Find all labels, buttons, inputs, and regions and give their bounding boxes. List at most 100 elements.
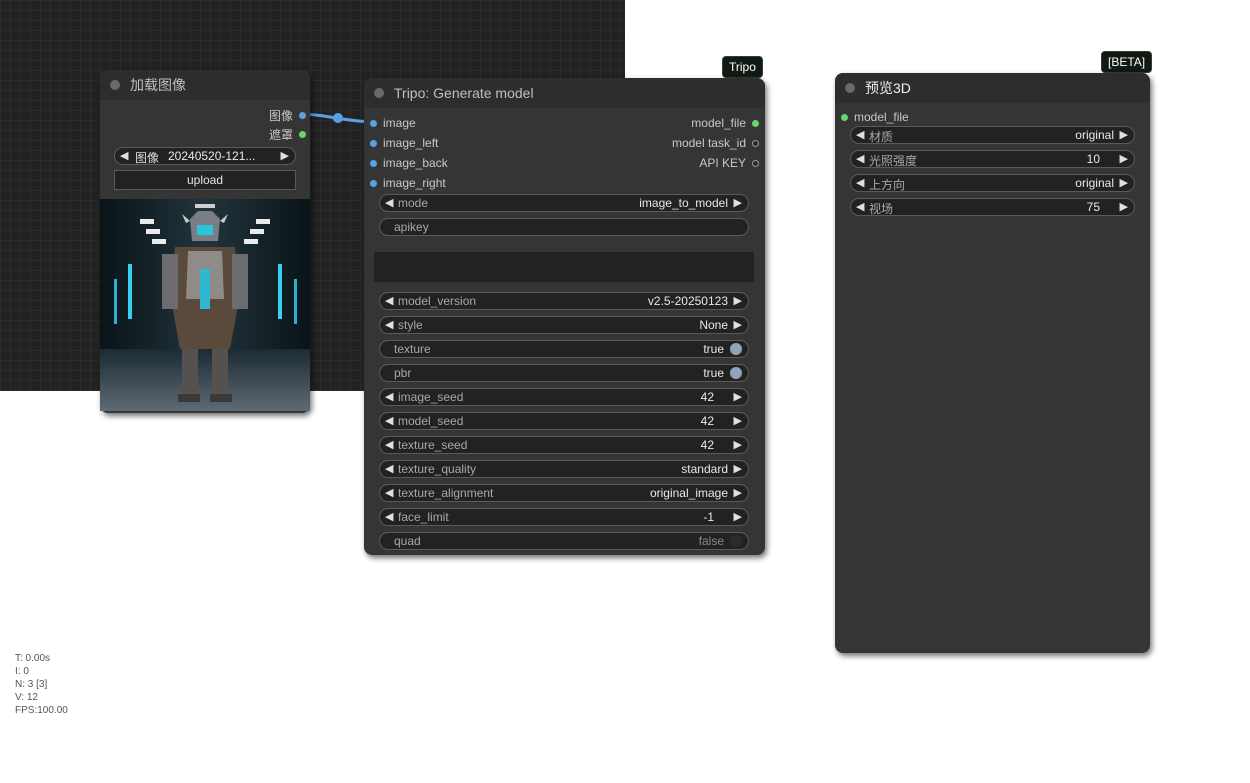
output-task-id[interactable]: model task_id	[672, 135, 759, 151]
up-direction-combo[interactable]: ◀ 上方向 original ▶	[850, 174, 1135, 192]
right-arrow-icon[interactable]: ▶	[734, 390, 742, 403]
toggle-knob-icon[interactable]	[730, 535, 742, 547]
output-mask[interactable]: 遮罩	[269, 126, 306, 142]
quad-label: quad	[394, 534, 421, 548]
image-seed-number[interactable]: ◀ image_seed 42 ▶	[379, 388, 749, 406]
tripo-node[interactable]: Tripo: Generate model image image_left i…	[364, 78, 765, 555]
left-arrow-icon[interactable]: ◀	[385, 318, 393, 331]
material-value: original	[1075, 128, 1114, 142]
output-model-file-dot-icon[interactable]	[752, 119, 759, 127]
right-arrow-icon[interactable]: ▶	[1120, 128, 1128, 141]
right-arrow-icon[interactable]: ▶	[734, 462, 742, 475]
input-image-left[interactable]: image_left	[370, 135, 438, 151]
image-seed-value: 42	[700, 390, 714, 404]
output-api-key[interactable]: API KEY	[699, 155, 759, 171]
texture-toggle[interactable]: texture true	[379, 340, 749, 358]
light-intensity-value: 10	[1086, 152, 1100, 166]
fov-label: 视场	[869, 202, 894, 216]
right-arrow-icon[interactable]: ▶	[734, 510, 742, 523]
pbr-toggle[interactable]: pbr true	[379, 364, 749, 382]
left-arrow-icon[interactable]: ◀	[120, 149, 128, 162]
right-arrow-icon[interactable]: ▶	[734, 318, 742, 331]
preview-3d-node[interactable]: 预览3D model_file ◀ 材质 original ▶ ◀ 光照强度 1…	[835, 73, 1150, 653]
left-arrow-icon[interactable]: ◀	[856, 128, 864, 141]
right-arrow-icon[interactable]: ▶	[734, 486, 742, 499]
right-arrow-icon[interactable]: ▶	[281, 149, 289, 162]
left-arrow-icon[interactable]: ◀	[856, 152, 864, 165]
upload-button[interactable]: upload	[114, 170, 296, 190]
input-image-back[interactable]: image_back	[370, 155, 448, 171]
load-image-node-title[interactable]: 加载图像	[100, 70, 310, 100]
left-arrow-icon[interactable]: ◀	[385, 486, 393, 499]
fov-value: 75	[1086, 200, 1100, 214]
input-image-left-dot-icon[interactable]	[370, 139, 377, 147]
output-image-dot-icon[interactable]	[299, 111, 306, 119]
apikey-field[interactable]: apikey	[379, 218, 749, 236]
collapse-dot-icon[interactable]	[110, 80, 120, 90]
right-arrow-icon[interactable]: ▶	[734, 196, 742, 209]
image-combo-value: 20240520-121...	[168, 149, 256, 163]
left-arrow-icon[interactable]: ◀	[856, 200, 864, 213]
collapse-dot-icon[interactable]	[845, 83, 855, 93]
stat-fps: FPS:100.00	[15, 705, 68, 716]
right-arrow-icon[interactable]: ▶	[1120, 200, 1128, 213]
left-arrow-icon[interactable]: ◀	[385, 438, 393, 451]
input-image-left-label: image_left	[383, 136, 439, 150]
preview-3d-node-title[interactable]: 预览3D	[835, 73, 1150, 103]
face-limit-number[interactable]: ◀ face_limit -1 ▶	[379, 508, 749, 526]
output-task-id-label: model task_id	[671, 136, 746, 150]
left-arrow-icon[interactable]: ◀	[385, 196, 393, 209]
quad-toggle[interactable]: quad false	[379, 532, 749, 550]
left-arrow-icon[interactable]: ◀	[385, 510, 393, 523]
output-api-key-dot-icon[interactable]	[752, 159, 759, 167]
fov-number[interactable]: ◀ 视场 75 ▶	[850, 198, 1135, 216]
pbr-value: true	[703, 366, 724, 380]
right-arrow-icon[interactable]: ▶	[734, 438, 742, 451]
output-image[interactable]: 图像	[269, 107, 306, 123]
output-task-id-dot-icon[interactable]	[752, 139, 759, 147]
image-combo[interactable]: ◀ 图像 20240520-121... ▶	[114, 147, 296, 165]
texture-seed-number[interactable]: ◀ texture_seed 42 ▶	[379, 436, 749, 454]
collapse-dot-icon[interactable]	[374, 88, 384, 98]
mode-combo[interactable]: ◀ mode image_to_model ▶	[379, 194, 749, 212]
output-image-label: 图像	[268, 108, 293, 123]
text-area[interactable]	[374, 252, 754, 282]
texture-quality-value: standard	[681, 462, 728, 476]
right-arrow-icon[interactable]: ▶	[1120, 176, 1128, 189]
input-image-right-label: image_right	[383, 176, 446, 190]
left-arrow-icon[interactable]: ◀	[856, 176, 864, 189]
input-image-right[interactable]: image_right	[370, 175, 446, 191]
input-image-right-dot-icon[interactable]	[370, 179, 377, 187]
load-image-node[interactable]: 加载图像 图像 遮罩 ◀ 图像 20240520-121... ▶ upload	[100, 70, 310, 413]
output-mask-dot-icon[interactable]	[299, 130, 306, 138]
input-model-file-dot-icon[interactable]	[841, 113, 848, 121]
toggle-knob-icon[interactable]	[730, 367, 742, 379]
right-arrow-icon[interactable]: ▶	[734, 294, 742, 307]
tripo-node-title[interactable]: Tripo: Generate model	[364, 78, 765, 108]
left-arrow-icon[interactable]: ◀	[385, 414, 393, 427]
texture-seed-label: texture_seed	[398, 438, 468, 452]
texture-quality-combo[interactable]: ◀ texture_quality standard ▶	[379, 460, 749, 478]
left-arrow-icon[interactable]: ◀	[385, 462, 393, 475]
model-version-combo[interactable]: ◀ model_version v2.5-20250123 ▶	[379, 292, 749, 310]
input-image-back-dot-icon[interactable]	[370, 159, 377, 167]
right-arrow-icon[interactable]: ▶	[1120, 152, 1128, 165]
left-arrow-icon[interactable]: ◀	[385, 390, 393, 403]
image-seed-label: image_seed	[398, 390, 464, 404]
material-combo[interactable]: ◀ 材质 original ▶	[850, 126, 1135, 144]
texture-value: true	[703, 342, 724, 356]
light-intensity-number[interactable]: ◀ 光照强度 10 ▶	[850, 150, 1135, 168]
input-model-file[interactable]: model_file	[841, 109, 909, 125]
input-image[interactable]: image	[370, 115, 416, 131]
left-arrow-icon[interactable]: ◀	[385, 294, 393, 307]
output-mask-label: 遮罩	[268, 127, 293, 142]
style-combo[interactable]: ◀ style None ▶	[379, 316, 749, 334]
light-intensity-label: 光照强度	[869, 154, 918, 168]
face-limit-value: -1	[703, 510, 714, 524]
texture-alignment-combo[interactable]: ◀ texture_alignment original_image ▶	[379, 484, 749, 502]
toggle-knob-icon[interactable]	[730, 343, 742, 355]
output-model-file[interactable]: model_file	[691, 115, 759, 131]
model-seed-number[interactable]: ◀ model_seed 42 ▶	[379, 412, 749, 430]
input-image-dot-icon[interactable]	[370, 119, 377, 127]
right-arrow-icon[interactable]: ▶	[734, 414, 742, 427]
